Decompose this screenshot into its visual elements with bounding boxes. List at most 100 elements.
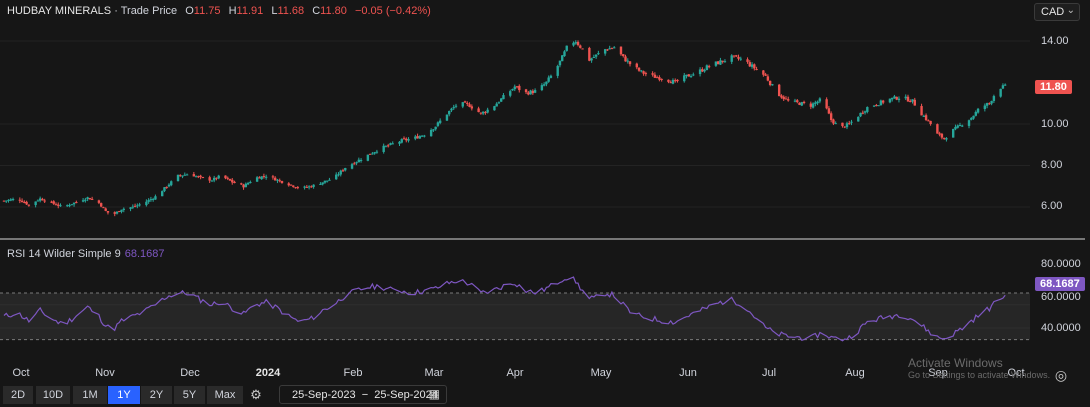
candle-body — [418, 136, 422, 139]
candle-body — [579, 45, 582, 48]
x-label-dec: Dec — [180, 367, 200, 379]
candle — [434, 126, 437, 131]
candle-body — [242, 184, 245, 188]
candle — [610, 47, 614, 50]
candle — [961, 124, 964, 127]
candle-body — [793, 100, 797, 102]
candle-body — [990, 101, 993, 104]
candle-body — [879, 100, 883, 106]
candle-body — [400, 139, 403, 143]
candle-body — [438, 120, 442, 123]
crosshair-target-icon[interactable]: ◎ — [1052, 366, 1070, 384]
candle — [796, 99, 799, 104]
candle — [540, 83, 544, 92]
currency-select[interactable]: CAD ⌄ — [1034, 3, 1080, 21]
candle — [41, 197, 44, 201]
candle-body — [133, 205, 137, 207]
candle-body — [81, 200, 85, 202]
candle-body — [495, 103, 498, 107]
candle-body — [355, 162, 358, 164]
candle — [861, 110, 864, 115]
candle-body — [531, 90, 535, 94]
candle — [877, 105, 880, 107]
candle-body — [466, 102, 469, 104]
candle-body — [945, 138, 948, 140]
candle-body — [303, 186, 306, 188]
range-max-button[interactable]: Max — [207, 386, 243, 404]
candle-body — [832, 119, 835, 124]
symbol-name: HUDBAY MINERALS — [7, 5, 112, 17]
candle — [780, 94, 783, 99]
candle — [753, 63, 756, 71]
candle — [165, 186, 168, 189]
candle — [477, 106, 480, 113]
range-5y-button[interactable]: 5Y — [174, 386, 205, 404]
candle — [983, 103, 987, 112]
candle — [922, 114, 926, 117]
range-2d-button[interactable]: 2D — [3, 386, 33, 404]
candle-body — [723, 61, 727, 63]
range-1y-button[interactable]: 1Y — [108, 386, 140, 404]
candle — [201, 176, 205, 179]
candle-body — [384, 145, 388, 147]
range-1m-button[interactable]: 1M — [73, 386, 107, 404]
rsi-tick-80: 80.0000 — [1041, 258, 1081, 270]
range-2y-button[interactable]: 2Y — [141, 386, 172, 404]
candle-body — [737, 56, 740, 59]
candle-body — [565, 45, 568, 51]
candle — [368, 153, 372, 155]
candle — [721, 60, 724, 64]
candle-body — [922, 115, 926, 117]
candle-body — [576, 42, 580, 46]
range-10d-button[interactable]: 10D — [36, 386, 70, 404]
candle — [20, 198, 24, 203]
chart-canvas[interactable] — [0, 0, 1090, 407]
candle-body — [735, 55, 738, 57]
candle — [276, 178, 279, 184]
candle-body — [561, 55, 564, 62]
candle-body — [999, 88, 1002, 97]
candle — [319, 182, 322, 185]
candle — [572, 41, 575, 47]
candle — [84, 197, 87, 203]
candle — [122, 207, 125, 213]
candle — [635, 62, 638, 70]
candle — [879, 99, 883, 106]
candle-body — [461, 102, 464, 107]
candle-body — [468, 104, 471, 107]
candle — [484, 110, 487, 115]
candle-body — [106, 211, 110, 213]
candle — [655, 75, 659, 79]
candle — [199, 174, 202, 180]
candle-body — [102, 207, 105, 209]
candle — [38, 196, 42, 203]
candle-body — [588, 47, 591, 61]
candle-body — [972, 115, 975, 119]
candle — [120, 209, 123, 214]
candle — [746, 57, 749, 64]
x-label-nov: Nov — [95, 367, 115, 379]
date-range-picker[interactable]: 25-Sep-2023 − 25-Sep-2024 ▦ — [279, 385, 447, 404]
candle-body — [147, 200, 150, 202]
candle-body — [669, 82, 672, 84]
candle-body — [502, 95, 505, 100]
candle-body — [27, 204, 31, 206]
candle — [683, 72, 686, 83]
candle-body — [782, 96, 785, 100]
candle-body — [592, 57, 596, 59]
rsi-last-badge: 68.1687 — [1035, 277, 1085, 291]
candle-body — [924, 115, 928, 120]
candle-body — [511, 89, 514, 91]
candle-body — [129, 207, 132, 209]
candle — [59, 203, 62, 207]
watermark-title: Activate Windows — [908, 356, 1003, 370]
candle — [529, 89, 532, 95]
candle — [224, 175, 227, 180]
candle-body — [86, 197, 89, 200]
gear-icon[interactable]: ⚙ — [248, 386, 264, 404]
candle-body — [170, 181, 173, 186]
candle — [859, 112, 862, 118]
candle — [54, 202, 58, 206]
candle-body — [38, 198, 42, 201]
candle — [161, 190, 164, 197]
